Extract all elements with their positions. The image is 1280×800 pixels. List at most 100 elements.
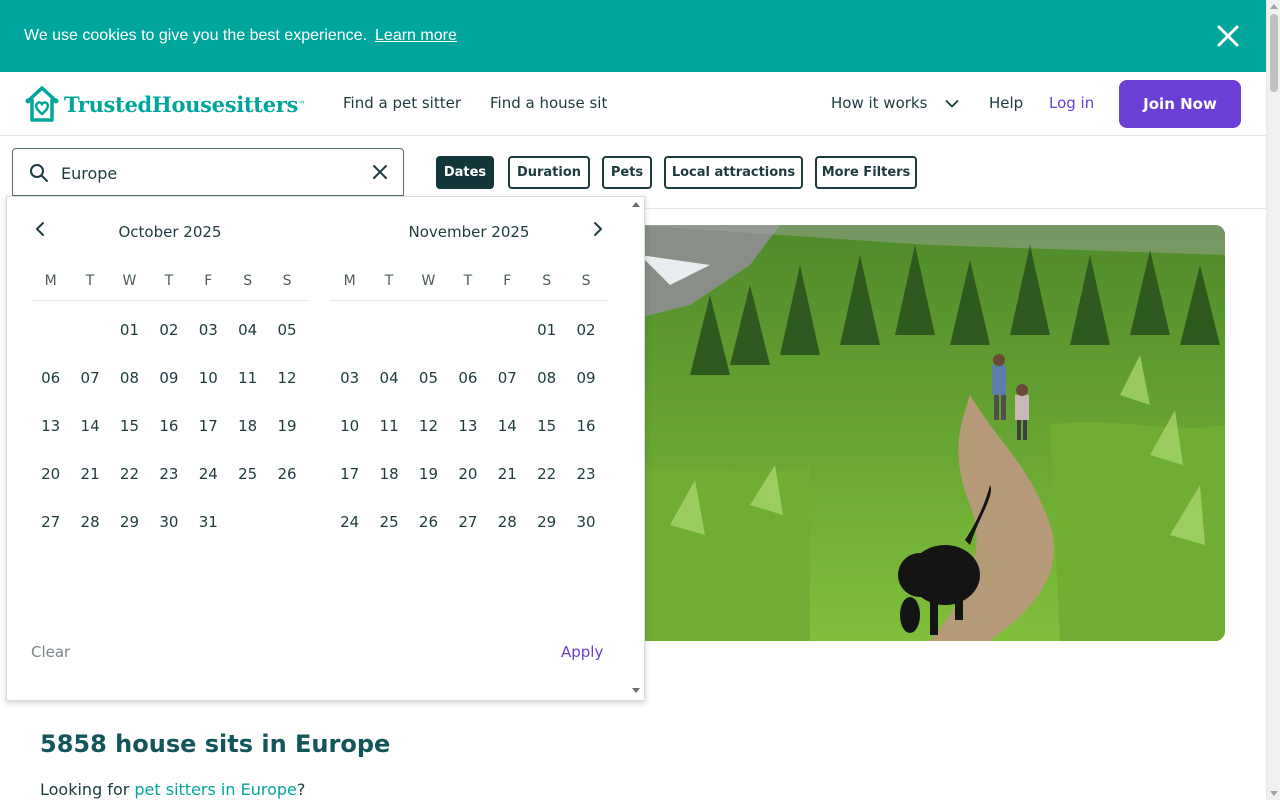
day-cell[interactable]: 27 xyxy=(448,504,487,552)
day-cell[interactable]: 06 xyxy=(448,360,487,408)
day-cell[interactable]: 12 xyxy=(267,360,306,408)
day-cell[interactable]: 19 xyxy=(409,456,448,504)
day-cell[interactable]: 30 xyxy=(566,504,605,552)
day-cell[interactable]: 23 xyxy=(149,456,188,504)
day-cell[interactable]: 06 xyxy=(31,360,70,408)
day-cell[interactable]: 16 xyxy=(149,408,188,456)
day-cell[interactable]: 13 xyxy=(31,408,70,456)
day-cell[interactable]: 18 xyxy=(369,456,408,504)
month-title: November 2025 xyxy=(408,223,530,241)
nav-find-house-sit[interactable]: Find a house sit xyxy=(490,94,607,112)
day-cell[interactable]: 01 xyxy=(527,312,566,360)
search-input[interactable] xyxy=(61,161,361,185)
weekday-label: T xyxy=(463,273,473,289)
join-now-button[interactable]: Join Now xyxy=(1119,80,1241,128)
day-cell[interactable]: 23 xyxy=(566,456,605,504)
day-cell[interactable]: 11 xyxy=(228,360,267,408)
day-cell[interactable]: 21 xyxy=(488,456,527,504)
popup-scroll-down-icon[interactable] xyxy=(632,688,640,693)
day-cell[interactable]: 18 xyxy=(228,408,267,456)
day-cell[interactable]: 20 xyxy=(448,456,487,504)
chevron-down-icon[interactable] xyxy=(945,99,959,109)
day-cell[interactable]: 12 xyxy=(409,408,448,456)
day-cell[interactable]: 29 xyxy=(110,504,149,552)
day-cell[interactable]: 22 xyxy=(110,456,149,504)
day-cell[interactable]: 15 xyxy=(110,408,149,456)
day-cell[interactable]: 25 xyxy=(369,504,408,552)
day-cell[interactable]: 27 xyxy=(31,504,70,552)
filter-dates-button[interactable]: Dates xyxy=(436,156,494,189)
day-cell[interactable]: 17 xyxy=(330,456,369,504)
day-cell[interactable]: 13 xyxy=(448,408,487,456)
filter-pets-button[interactable]: Pets xyxy=(602,156,652,189)
day-cell[interactable]: 04 xyxy=(369,360,408,408)
scroll-down-icon[interactable] xyxy=(1270,791,1278,796)
day-grid: 01 02 03 04 05 06 07 08 09 10 11 12 13 14 15 16 17 18 19 20… xyxy=(31,312,309,552)
day-cell[interactable]: 28 xyxy=(70,504,109,552)
hiking-dog-photo xyxy=(630,225,1225,641)
filter-local-attractions-button[interactable]: Local attractions xyxy=(664,156,803,189)
filter-duration-button[interactable]: Duration xyxy=(508,156,590,189)
weekday-label: W xyxy=(122,273,137,289)
apply-dates-button[interactable]: Apply xyxy=(561,643,603,661)
scroll-up-icon[interactable] xyxy=(1270,4,1278,9)
day-cell[interactable]: 22 xyxy=(527,456,566,504)
day-cell[interactable]: 19 xyxy=(267,408,306,456)
day-cell[interactable]: 24 xyxy=(189,456,228,504)
hero-image xyxy=(630,225,1225,641)
day-cell[interactable]: 11 xyxy=(369,408,408,456)
day-cell[interactable]: 29 xyxy=(527,504,566,552)
day-cell[interactable]: 03 xyxy=(189,312,228,360)
logo-text: TrustedHousesitters xyxy=(64,91,299,117)
popup-scroll-up-icon[interactable] xyxy=(632,202,640,207)
cookie-banner: We use cookies to give you the best expe… xyxy=(0,0,1266,72)
scroll-thumb[interactable] xyxy=(1270,14,1278,92)
day-cell[interactable]: 26 xyxy=(409,504,448,552)
day-cell[interactable]: 28 xyxy=(488,504,527,552)
day-cell[interactable]: 10 xyxy=(189,360,228,408)
day-cell[interactable]: 14 xyxy=(488,408,527,456)
filter-more-filters-button[interactable]: More Filters xyxy=(815,156,917,189)
day-cell[interactable]: 07 xyxy=(488,360,527,408)
day-cell[interactable]: 01 xyxy=(110,312,149,360)
day-cell[interactable]: 14 xyxy=(70,408,109,456)
day-cell[interactable]: 30 xyxy=(149,504,188,552)
day-cell[interactable]: 20 xyxy=(31,456,70,504)
day-cell[interactable]: 31 xyxy=(189,504,228,552)
day-cell[interactable]: 15 xyxy=(527,408,566,456)
day-cell[interactable]: 10 xyxy=(330,408,369,456)
day-cell[interactable]: 02 xyxy=(566,312,605,360)
nav-login[interactable]: Log in xyxy=(1049,94,1094,112)
day-cell[interactable]: 26 xyxy=(267,456,306,504)
day-cell[interactable]: 04 xyxy=(228,312,267,360)
page-scrollbar[interactable] xyxy=(1266,0,1280,800)
clear-dates-button[interactable]: Clear xyxy=(31,643,70,661)
day-cell[interactable]: 08 xyxy=(110,360,149,408)
learn-more-link[interactable]: Learn more xyxy=(375,27,457,45)
day-grid: 01 02 03 04 05 06 07 08 09 10 11 12 13 14 15 16 17 18 19 20… xyxy=(330,312,608,552)
day-cell[interactable]: 21 xyxy=(70,456,109,504)
day-cell[interactable]: 02 xyxy=(149,312,188,360)
location-search[interactable] xyxy=(12,148,404,196)
day-cell[interactable]: 24 xyxy=(330,504,369,552)
pet-sitters-link[interactable]: pet sitters in Europe xyxy=(134,780,296,799)
site-logo[interactable]: TrustedHousesitters ™ xyxy=(24,83,306,125)
nav-find-pet-sitter[interactable]: Find a pet sitter xyxy=(343,94,461,112)
day-cell[interactable]: 05 xyxy=(267,312,306,360)
nav-how-it-works[interactable]: How it works xyxy=(831,94,927,112)
day-empty xyxy=(409,312,448,360)
day-cell[interactable]: 03 xyxy=(330,360,369,408)
day-cell[interactable]: 08 xyxy=(527,360,566,408)
results-subtext: Looking for pet sitters in Europe? xyxy=(40,780,305,799)
day-cell[interactable]: 07 xyxy=(70,360,109,408)
day-cell[interactable]: 09 xyxy=(149,360,188,408)
day-cell[interactable]: 16 xyxy=(566,408,605,456)
clear-search-icon[interactable] xyxy=(371,163,389,181)
day-cell[interactable]: 09 xyxy=(566,360,605,408)
nav-help[interactable]: Help xyxy=(989,94,1023,112)
day-cell[interactable]: 17 xyxy=(189,408,228,456)
house-heart-icon xyxy=(25,86,59,122)
day-cell[interactable]: 05 xyxy=(409,360,448,408)
day-cell[interactable]: 25 xyxy=(228,456,267,504)
close-icon[interactable] xyxy=(1214,22,1242,50)
